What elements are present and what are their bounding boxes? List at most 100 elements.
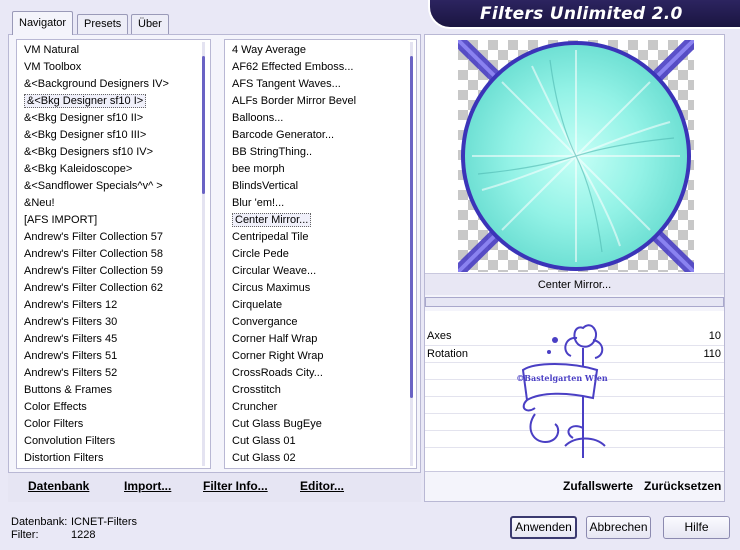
- filter-item[interactable]: Centripedal Tile: [229, 229, 416, 246]
- category-item[interactable]: &<Sandflower Specials^v^ >: [21, 178, 210, 195]
- filter-item[interactable]: Cut Glass 01: [229, 433, 416, 450]
- param-axes[interactable]: Axes 10: [425, 328, 724, 345]
- filter-item[interactable]: Corner Half Wrap: [229, 331, 416, 348]
- category-item-label: &Neu!: [24, 197, 55, 209]
- category-item[interactable]: Convolution Filters: [21, 433, 210, 450]
- filter-item[interactable]: ALFs Border Mirror Bevel: [229, 93, 416, 110]
- help-button[interactable]: Hilfe: [663, 516, 730, 539]
- category-item-label: &<Background Designers IV>: [24, 78, 169, 90]
- category-item[interactable]: VM Natural: [21, 42, 210, 59]
- filter-item[interactable]: BB StringThing..: [229, 144, 416, 161]
- filter-item[interactable]: Circle Pede: [229, 246, 416, 263]
- category-item[interactable]: &<Bkg Designer sf10 III>: [21, 127, 210, 144]
- category-item[interactable]: Di...: [21, 467, 210, 468]
- filter-item[interactable]: Cut Glass 02: [229, 450, 416, 467]
- category-item[interactable]: Buttons & Frames: [21, 382, 210, 399]
- category-item-label: Buttons & Frames: [24, 384, 113, 396]
- filter-item-label: ALFs Border Mirror Bevel: [232, 95, 357, 107]
- filter-item[interactable]: bee morph: [229, 161, 416, 178]
- filter-item[interactable]: Circular Weave...: [229, 263, 416, 280]
- category-item-label: VM Natural: [24, 44, 80, 56]
- filter-item-label: Cut Glass 02: [232, 452, 296, 464]
- filter-item-label: Centripedal Tile: [232, 231, 309, 243]
- filter-item[interactable]: Crosstitch: [229, 382, 416, 399]
- category-item[interactable]: &<Bkg Designer sf10 II>: [21, 110, 210, 127]
- category-item[interactable]: Andrew's Filter Collection 58: [21, 246, 210, 263]
- filter-item[interactable]: AF62 Effected Emboss...: [229, 59, 416, 76]
- filter-item[interactable]: AFS Tangent Waves...: [229, 76, 416, 93]
- filter-item-label: CrossRoads City...: [232, 367, 323, 379]
- filter-item[interactable]: Corner Right Wrap: [229, 348, 416, 365]
- filter-item[interactable]: 4 Way Average: [229, 42, 416, 59]
- filter-item[interactable]: Balloons...: [229, 110, 416, 127]
- filter-scroll-thumb[interactable]: [410, 56, 413, 398]
- filter-item[interactable]: Circus Maximus: [229, 280, 416, 297]
- filter-item-label: Circus Maximus: [232, 282, 311, 294]
- category-item[interactable]: Andrew's Filters 52: [21, 365, 210, 382]
- category-item[interactable]: &<Bkg Designer sf10 I>: [21, 93, 210, 110]
- filter-info-button[interactable]: Filter Info...: [203, 479, 268, 493]
- random-values-button[interactable]: Zufallswerte: [563, 479, 633, 493]
- filter-item-label: BlindsVertical: [232, 180, 299, 192]
- category-item[interactable]: Andrew's Filter Collection 62: [21, 280, 210, 297]
- category-item-label: Distortion Filters: [24, 452, 104, 464]
- filter-item-label: Cirquelate: [232, 299, 283, 311]
- category-item[interactable]: Distortion Filters: [21, 450, 210, 467]
- param-axes-value[interactable]: 10: [709, 328, 721, 345]
- filter-list[interactable]: 4 Way Average AF62 Effected Emboss... AFS …: [224, 39, 417, 469]
- tab-navigator[interactable]: Navigator: [12, 11, 74, 35]
- filter-item-label: bee morph: [232, 163, 285, 175]
- filter-item-label: Circular Weave...: [232, 265, 317, 277]
- param-rotation-value[interactable]: 110: [703, 346, 721, 363]
- param-rotation-label: Rotation: [427, 348, 468, 360]
- filter-item[interactable]: Center Mirror...: [229, 212, 416, 229]
- category-item[interactable]: &Neu!: [21, 195, 210, 212]
- category-item-label: Andrew's Filters 12: [24, 299, 118, 311]
- category-item-label: Andrew's Filters 45: [24, 333, 118, 345]
- status-db-value: ICNET-Filters: [71, 516, 137, 528]
- filter-item[interactable]: Blur 'em!...: [229, 195, 416, 212]
- category-item[interactable]: Andrew's Filters 12: [21, 297, 210, 314]
- filter-item-label: Center Mirror...: [232, 213, 312, 227]
- editor-button[interactable]: Editor...: [300, 479, 344, 493]
- filter-item[interactable]: Cut Glass BugEye: [229, 416, 416, 433]
- import-button[interactable]: Import...: [124, 479, 171, 493]
- category-scroll-thumb[interactable]: [202, 56, 205, 194]
- category-item-label: &<Bkg Designers sf10 IV>: [24, 146, 154, 158]
- category-item-label: Color Effects: [24, 401, 87, 413]
- filter-item-label: Corner Half Wrap: [232, 333, 318, 345]
- tab-uber[interactable]: Über: [131, 14, 169, 34]
- category-item[interactable]: Andrew's Filter Collection 59: [21, 263, 210, 280]
- category-item-label: [AFS IMPORT]: [24, 214, 98, 226]
- category-item[interactable]: Andrew's Filter Collection 57: [21, 229, 210, 246]
- database-button[interactable]: Datenbank: [28, 479, 89, 493]
- category-item-label: Andrew's Filter Collection 58: [24, 248, 164, 260]
- filter-item-label: Corner Right Wrap: [232, 350, 324, 362]
- category-item[interactable]: &<Bkg Kaleidoscope>: [21, 161, 210, 178]
- filter-item[interactable]: Cruncher: [229, 399, 416, 416]
- reset-button[interactable]: Zurücksetzen: [644, 479, 721, 493]
- title-banner: Filters Unlimited 2.0: [428, 0, 740, 29]
- category-item[interactable]: Andrew's Filters 30: [21, 314, 210, 331]
- apply-button[interactable]: Anwenden: [510, 516, 577, 539]
- cancel-button[interactable]: Abbrechen: [586, 516, 651, 539]
- watermark-text: ©Bastelgarten Wien: [516, 373, 608, 383]
- filter-item[interactable]: CrossRoads City...: [229, 365, 416, 382]
- filter-item[interactable]: Cirquelate: [229, 297, 416, 314]
- category-list[interactable]: VM Natural VM Toolbox &<Background Designe…: [16, 39, 211, 469]
- status-filter-value: 1228: [71, 529, 96, 541]
- param-rotation[interactable]: Rotation 110: [425, 346, 724, 363]
- category-item[interactable]: Andrew's Filters 45: [21, 331, 210, 348]
- filter-item[interactable]: Cut Glass 03: [229, 467, 416, 468]
- filter-item[interactable]: BlindsVertical: [229, 178, 416, 195]
- category-item[interactable]: [AFS IMPORT]: [21, 212, 210, 229]
- category-item[interactable]: &<Bkg Designers sf10 IV>: [21, 144, 210, 161]
- category-item[interactable]: &<Background Designers IV>: [21, 76, 210, 93]
- filter-item[interactable]: Barcode Generator...: [229, 127, 416, 144]
- filter-item[interactable]: Convergance: [229, 314, 416, 331]
- category-item[interactable]: Color Filters: [21, 416, 210, 433]
- category-item[interactable]: VM Toolbox: [21, 59, 210, 76]
- category-item[interactable]: Andrew's Filters 51: [21, 348, 210, 365]
- category-item[interactable]: Color Effects: [21, 399, 210, 416]
- tab-presets[interactable]: Presets: [77, 14, 129, 34]
